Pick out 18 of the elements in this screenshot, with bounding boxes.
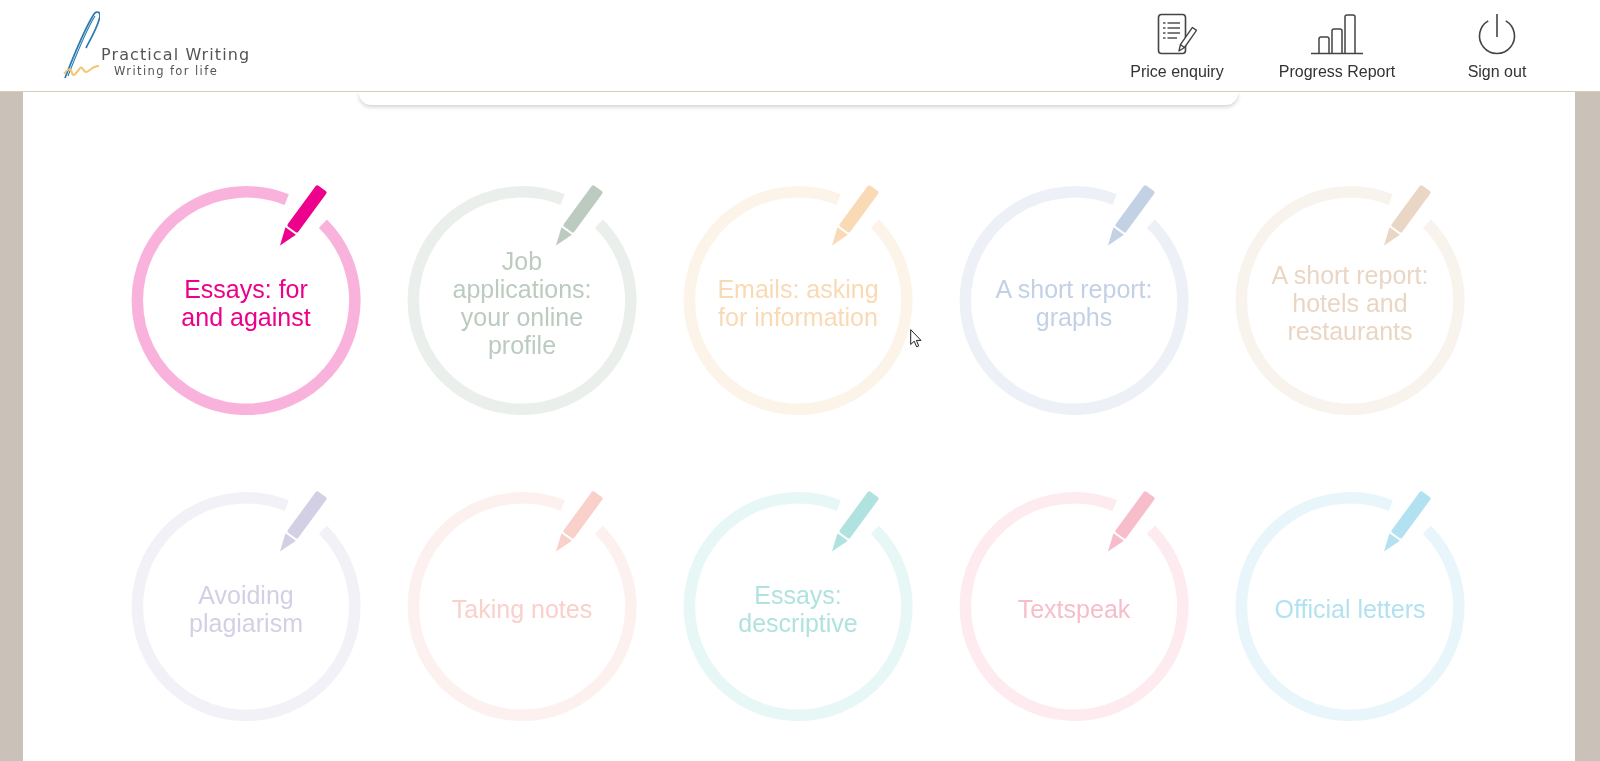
bar-chart-icon: [1311, 13, 1363, 55]
mouse-cursor-icon: [910, 329, 922, 348]
sign-out-link[interactable]: Sign out: [1467, 13, 1527, 81]
topic-link[interactable]: A short report: graphs: [959, 183, 1189, 415]
topic-link[interactable]: Essays: descriptive: [683, 489, 913, 721]
progress-report-link[interactable]: Progress Report: [1278, 13, 1396, 81]
tagline: Writing for life: [114, 64, 219, 78]
topic-link[interactable]: Emails: asking for information: [683, 183, 913, 415]
topic-link[interactable]: Essays: for and against: [131, 183, 361, 415]
topic-link[interactable]: Job applications: your online profile: [407, 183, 637, 415]
topic-link[interactable]: A short report: hotels and restaurants: [1235, 183, 1465, 415]
price-enquiry-link[interactable]: Price enquiry: [1130, 13, 1224, 81]
topic-link[interactable]: Official letters: [1235, 489, 1465, 721]
topic-link[interactable]: Textspeak: [959, 489, 1189, 721]
brand-name: Practical Writing: [101, 45, 251, 64]
pen-logo-icon: [62, 10, 100, 80]
power-icon: [1477, 13, 1517, 55]
document-pencil-icon: [1157, 13, 1197, 55]
